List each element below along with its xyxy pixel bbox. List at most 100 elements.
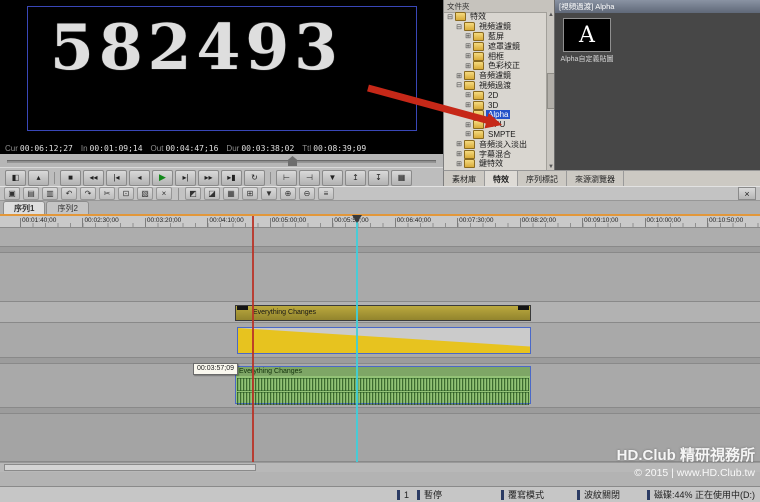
timeline-tracks: Everything Changes Everything Changes 00… (0, 228, 760, 462)
ruler-tick-label: 00:01:40;00 (22, 217, 56, 224)
tab-bin[interactable]: 素材庫 (444, 171, 485, 187)
undo-icon[interactable]: ↶ (61, 187, 77, 200)
paste-clip-icon[interactable]: ▧ (137, 187, 153, 200)
zoom-out-icon[interactable]: ⊖ (299, 187, 315, 200)
next-frame-button[interactable]: ▸| (175, 170, 196, 186)
new-sequence-icon[interactable]: ▣ (4, 187, 20, 200)
status-ripple-off: 波紋關閉 (577, 488, 647, 501)
snap-toggle-icon[interactable]: ⊞ (242, 187, 258, 200)
collapse-icon[interactable]: ⊟ (446, 13, 454, 21)
folder-icon (464, 150, 475, 159)
goto-end-button[interactable]: ▸▮ (221, 170, 242, 186)
watermark-title: HD.Club 精研視務所 (617, 444, 755, 465)
fade-out-envelope[interactable] (238, 328, 530, 353)
jog-dial-button[interactable]: ▴ (28, 170, 49, 186)
export-frame-button[interactable]: ▦ (391, 170, 412, 186)
ruler-tick (645, 218, 646, 227)
expand-icon[interactable]: ⊞ (455, 150, 463, 158)
toolbar-divider (54, 172, 55, 184)
track-settings-icon[interactable]: ≡ (318, 187, 334, 200)
timecode-value: 00:03:38;02 (241, 144, 294, 153)
folder-icon (464, 140, 475, 149)
playhead-handle[interactable] (352, 215, 362, 223)
jog-mouse-button[interactable]: ◧ (5, 170, 26, 186)
shuttle-slider[interactable] (0, 154, 443, 168)
set-out-point-button[interactable]: ⊣ (299, 170, 320, 186)
effect-item-alpha-thumbnail[interactable]: A (563, 18, 611, 52)
tab-sequence-marker[interactable]: 序列標記 (518, 171, 567, 187)
watermark: HD.Club 精研視務所 © 2015 | www.HD.Club.tw (617, 444, 755, 479)
ruler-tick (20, 218, 21, 227)
status-disk-usage-text: 磁碟:44% 正在使用中(D:) (654, 488, 755, 501)
tree-item[interactable]: ⊞鍵特效 (444, 159, 547, 169)
folder-icon (473, 52, 484, 61)
folder-icon (473, 61, 484, 70)
sequence-tab-seq2[interactable]: 序列2 (46, 201, 88, 214)
expand-icon[interactable]: ⊞ (464, 42, 472, 50)
collapse-icon[interactable]: ⊟ (455, 23, 463, 31)
expand-icon[interactable]: ⊞ (464, 52, 472, 60)
play-reverse-button[interactable]: ◂ (129, 170, 150, 186)
shuttle-thumb[interactable] (288, 156, 297, 166)
video-editor-window: 582493 Cur00:06:12;27In00:01:09;14Out00:… (0, 0, 760, 502)
expand-icon[interactable]: ⊞ (455, 160, 463, 168)
tab-source-browser[interactable]: 來源瀏覽器 (567, 171, 624, 187)
status-disk-usage: 磁碟:44% 正在使用中(D:) (647, 488, 760, 501)
sequence-tab-seq1[interactable]: 序列1 (3, 201, 45, 214)
add-marker-icon[interactable]: ▼ (261, 187, 277, 200)
effect-item-label: Alpha自定義貼圖 (555, 54, 619, 64)
expand-icon[interactable]: ⊞ (464, 62, 472, 70)
ruler-tick (270, 218, 271, 227)
video-clip[interactable]: Everything Changes (235, 305, 531, 321)
timeline-ruler[interactable]: 00:01:40;0000:02:30;0000:03:20;0000:04:1… (0, 214, 760, 228)
rewind-button[interactable]: ◂◂ (83, 170, 104, 186)
status-ripple-off-text: 波紋關閉 (584, 488, 620, 501)
ruler-tick-label: 00:07:30;00 (459, 217, 493, 224)
jump-to-in-button[interactable]: ↥ (345, 170, 366, 186)
delete-clip-icon[interactable]: × (156, 187, 172, 200)
ruler-tick (332, 218, 333, 227)
close-button[interactable]: × (738, 187, 756, 200)
select-mode-icon[interactable]: ◩ (185, 187, 201, 200)
cut-clip-icon[interactable]: ✂ (99, 187, 115, 200)
audio-clip[interactable]: Everything Changes (235, 366, 531, 404)
timecode-out: Out00:04:47;16 (151, 144, 219, 153)
save-project-icon[interactable]: ▥ (42, 187, 58, 200)
timeline-track[interactable] (0, 228, 760, 247)
play-button[interactable]: ▶ (152, 170, 173, 186)
ruler-tick-label: 00:05:00;00 (272, 217, 306, 224)
status-overwrite-mode: 覆寫模式 (501, 488, 577, 501)
timeline-track[interactable] (0, 253, 760, 302)
fast-forward-button[interactable]: ▸▸ (198, 170, 219, 186)
timecode-value: 00:01:09;14 (90, 144, 143, 153)
status-separator (501, 490, 504, 500)
ruler-tick (82, 218, 83, 227)
expand-icon[interactable]: ⊞ (455, 140, 463, 148)
zoom-in-icon[interactable]: ⊕ (280, 187, 296, 200)
timecode-label: Dur (226, 144, 239, 153)
toolbar-divider (178, 188, 179, 200)
set-in-point-button[interactable]: ⊢ (276, 170, 297, 186)
add-marker-button[interactable]: ▼ (322, 170, 343, 186)
ruler-tick (457, 218, 458, 227)
timecode-in: In00:01:09;14 (81, 144, 143, 153)
mixer-rubber-band[interactable] (237, 327, 531, 354)
tab-effect[interactable]: 特效 (485, 171, 518, 187)
stop-button[interactable]: ■ (60, 170, 81, 186)
insert-mode-icon[interactable]: ◪ (204, 187, 220, 200)
ruler-tick-label: 00:06:40;00 (397, 217, 431, 224)
status-separator (417, 490, 420, 500)
redo-icon[interactable]: ↷ (80, 187, 96, 200)
loop-play-button[interactable]: ↻ (244, 170, 265, 186)
timecode-dur: Dur00:03:38;02 (226, 144, 294, 153)
open-project-icon[interactable]: ▤ (23, 187, 39, 200)
jump-to-out-button[interactable]: ↧ (368, 170, 389, 186)
overwrite-mode-icon[interactable]: ▦ (223, 187, 239, 200)
previous-frame-button[interactable]: |◂ (106, 170, 127, 186)
expand-icon[interactable]: ⊞ (464, 32, 472, 40)
shuttle-track[interactable] (7, 160, 436, 163)
folder-icon (473, 32, 484, 41)
copy-clip-icon[interactable]: ⊡ (118, 187, 134, 200)
status-separator (647, 490, 650, 500)
scrollbar-thumb[interactable] (4, 464, 256, 471)
